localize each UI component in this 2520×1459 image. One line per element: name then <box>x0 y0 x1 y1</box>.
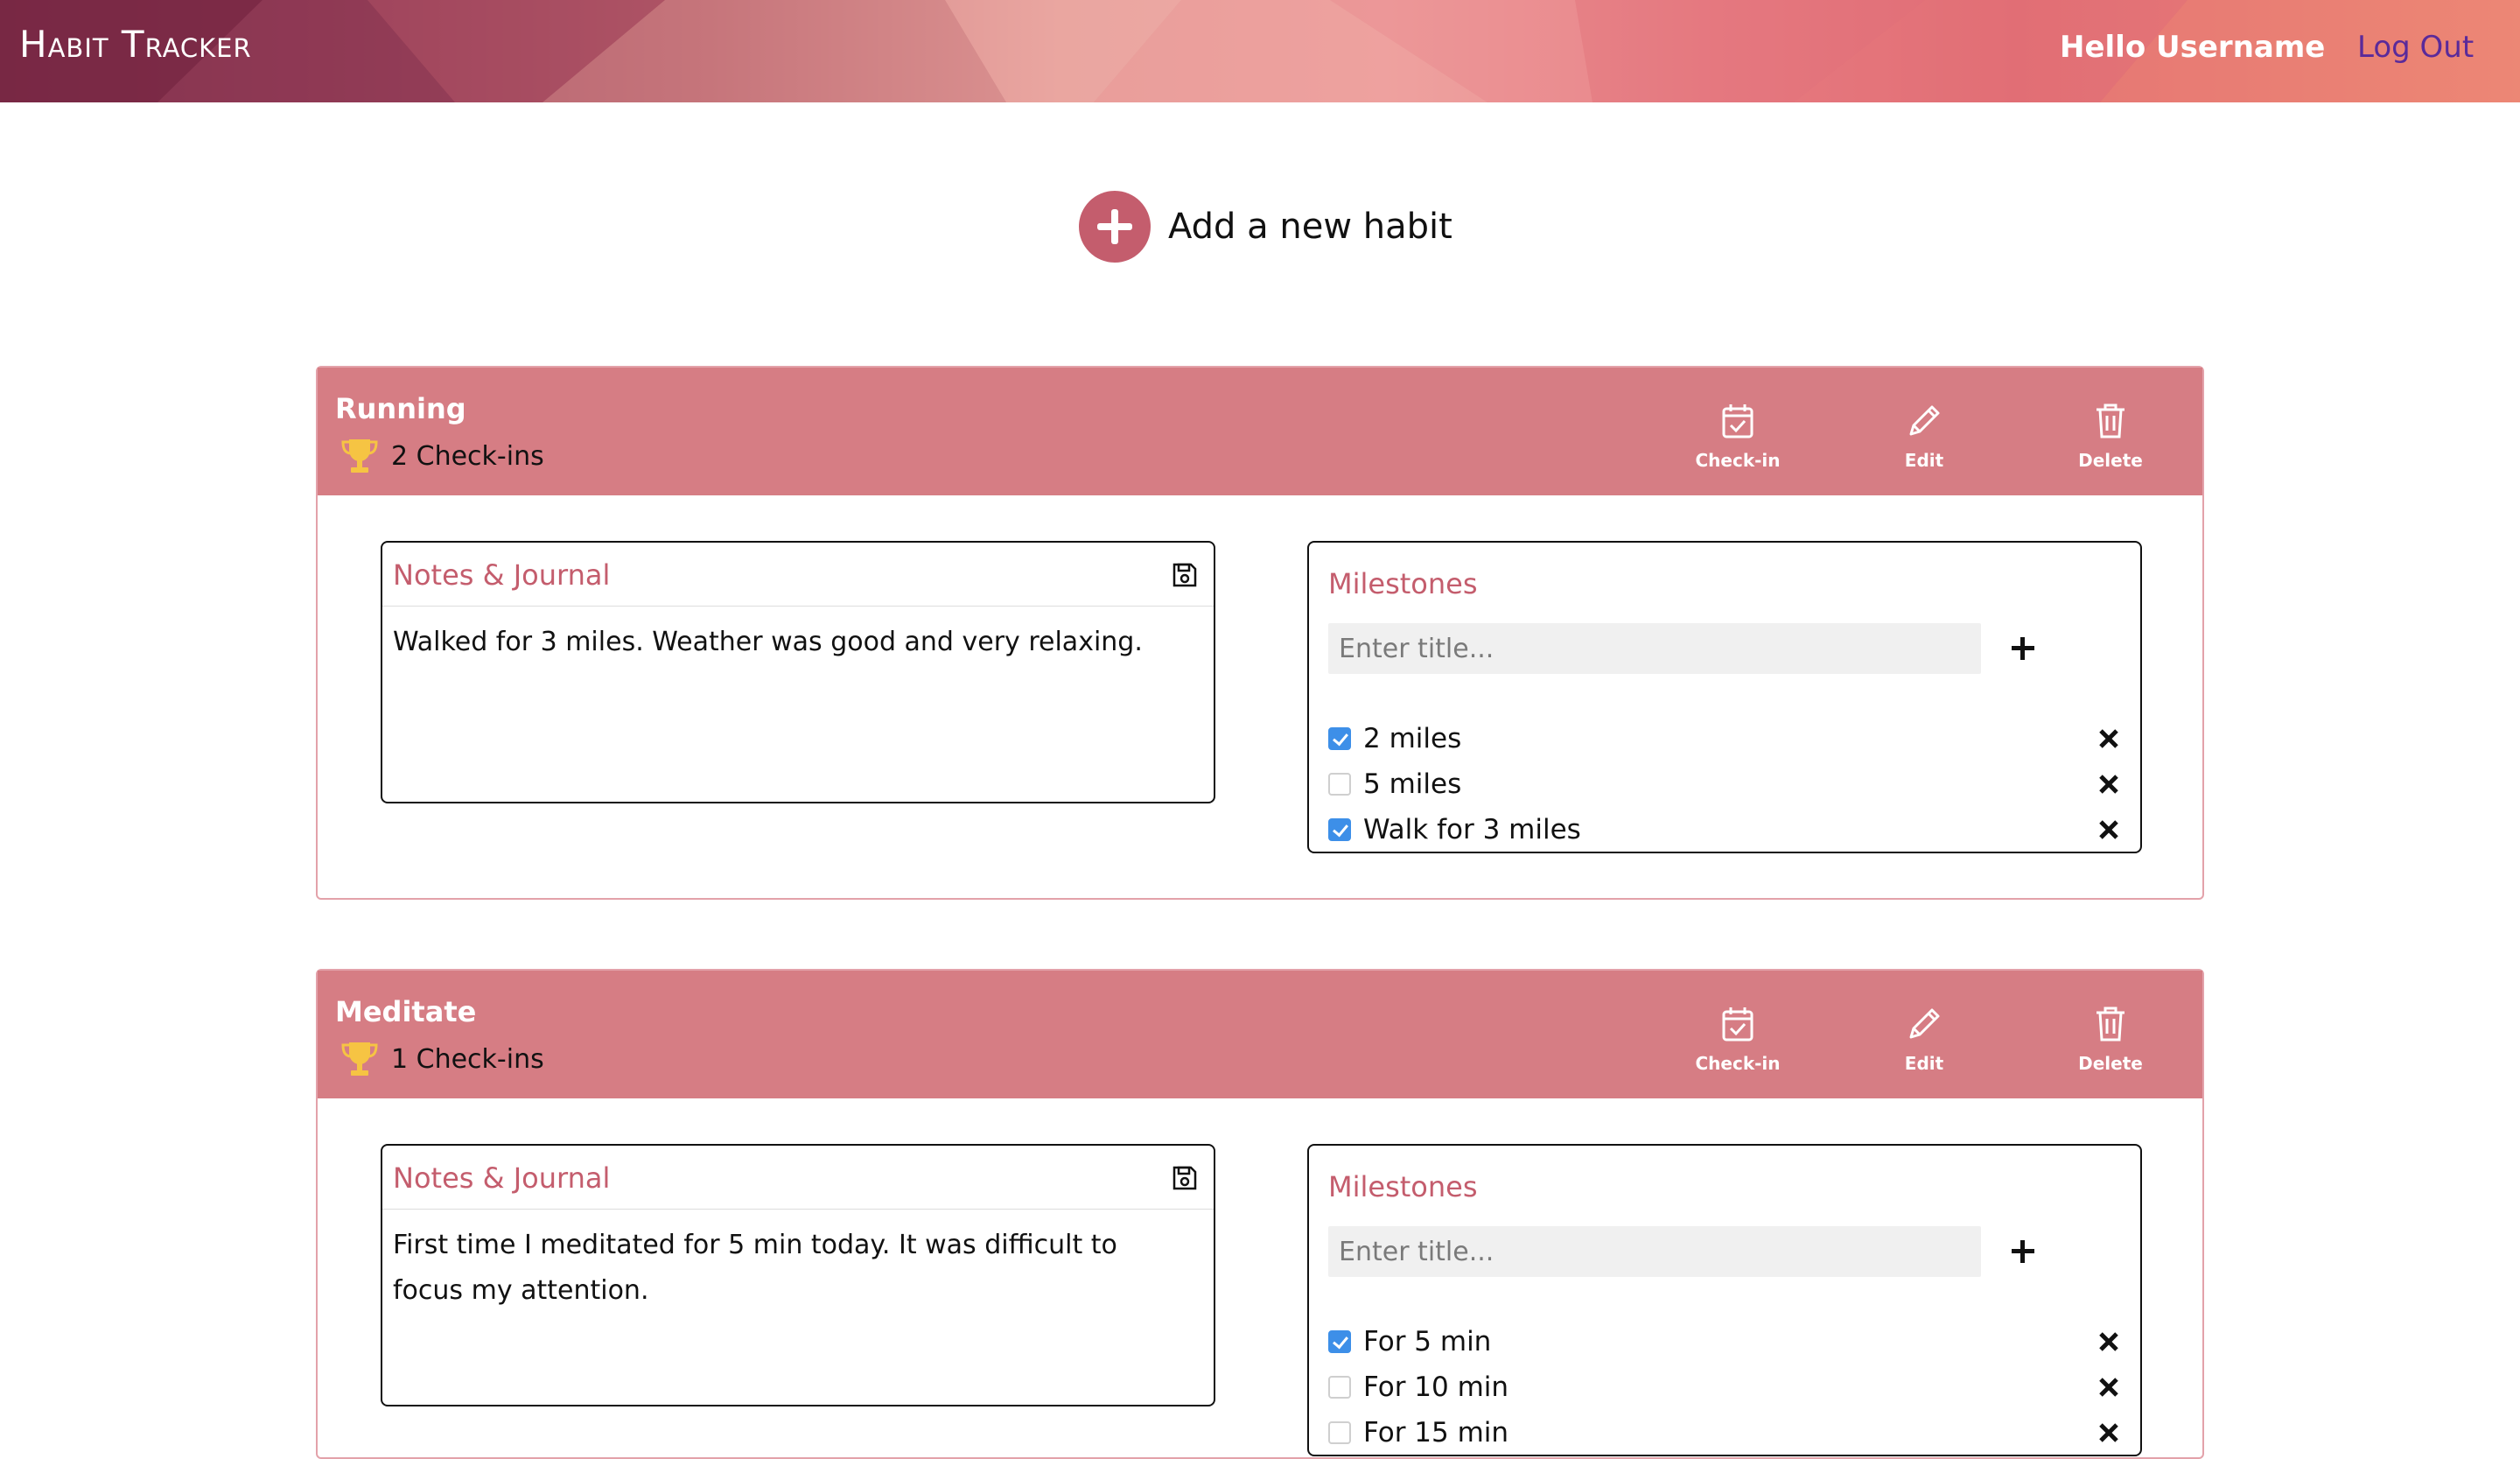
milestone-item: For 15 min <box>1328 1415 2118 1450</box>
save-icon[interactable] <box>1172 562 1198 588</box>
milestone-checkbox[interactable] <box>1328 1330 1351 1353</box>
milestone-title-input[interactable] <box>1328 1226 1981 1277</box>
milestone-label: Walk for 3 miles <box>1363 814 1581 845</box>
habit-title: Meditate <box>335 995 477 1028</box>
plus-circle-icon[interactable] <box>1079 191 1151 263</box>
pencil-icon <box>1909 405 1940 436</box>
notes-title: Notes & Journal <box>393 1161 611 1195</box>
trash-icon <box>2096 403 2124 438</box>
app-brand[interactable]: Habit Tracker <box>19 23 252 66</box>
delete-label[interactable]: Delete <box>2062 1053 2159 1074</box>
checkin-count: 1 Check-ins <box>340 1041 544 1077</box>
delete-label[interactable]: Delete <box>2062 450 2159 471</box>
edit-button[interactable]: Edit <box>1876 403 1972 471</box>
notes-header: Notes & Journal <box>382 1146 1214 1210</box>
habit-card-header: Meditate 1 Check-ins Check-in Edit Delet… <box>318 971 2202 1098</box>
edit-label[interactable]: Edit <box>1876 450 1972 471</box>
milestone-item: For 5 min <box>1328 1324 2118 1359</box>
milestones-title: Milestones <box>1328 1170 1478 1203</box>
edit-label[interactable]: Edit <box>1876 1053 1972 1074</box>
top-navbar: Habit Tracker Hello Username Log Out <box>0 0 2520 102</box>
save-icon[interactable] <box>1172 1165 1198 1191</box>
delete-button[interactable]: Delete <box>2062 403 2159 471</box>
close-icon[interactable] <box>2096 1420 2121 1445</box>
habit-card: Running 2 Check-ins Check-in Edit Delete… <box>316 366 2204 900</box>
habit-card: Meditate 1 Check-ins Check-in Edit Delet… <box>316 969 2204 1459</box>
notes-panel: Notes & Journal First time I meditated f… <box>381 1144 1215 1406</box>
notes-textarea[interactable]: Walked for 3 miles. Weather was good and… <box>393 620 1180 665</box>
add-habit-label[interactable]: Add a new habit <box>1168 207 1452 247</box>
checkin-count-label: 2 Check-ins <box>391 440 544 472</box>
milestone-title-input[interactable] <box>1328 623 1981 674</box>
delete-button[interactable]: Delete <box>2062 1006 2159 1074</box>
milestone-item: Walk for 3 miles <box>1328 812 2118 847</box>
close-icon[interactable] <box>2096 1329 2121 1354</box>
trophy-icon <box>341 439 378 473</box>
close-icon[interactable] <box>2096 1375 2121 1399</box>
milestone-label: 5 miles <box>1363 768 1462 800</box>
notes-panel: Notes & Journal Walked for 3 miles. Weat… <box>381 541 1215 803</box>
trash-icon <box>2096 1007 2124 1042</box>
checkin-count: 2 Check-ins <box>340 438 544 474</box>
milestone-item: 5 miles <box>1328 767 2118 802</box>
checkin-button[interactable]: Check-in <box>1690 1006 1786 1074</box>
milestone-checkbox[interactable] <box>1328 1376 1351 1399</box>
milestone-checkbox[interactable] <box>1328 1421 1351 1444</box>
checkin-count-label: 1 Check-ins <box>391 1043 544 1075</box>
add-milestone-button[interactable] <box>2000 1229 2044 1273</box>
habit-title: Running <box>335 392 466 425</box>
calendar-check-icon <box>1722 404 1754 438</box>
notes-header: Notes & Journal <box>382 543 1214 607</box>
notes-textarea[interactable]: First time I meditated for 5 min today. … <box>393 1223 1180 1314</box>
close-icon[interactable] <box>2096 817 2121 842</box>
milestones-panel: Milestones 2 miles 5 miles Walk for 3 mi… <box>1307 541 2142 853</box>
milestone-checkbox[interactable] <box>1328 773 1351 796</box>
user-greeting: Hello Username <box>2060 30 2326 65</box>
checkin-button[interactable]: Check-in <box>1690 403 1786 471</box>
logout-link[interactable]: Log Out <box>2357 30 2474 65</box>
habit-card-header: Running 2 Check-ins Check-in Edit Delete <box>318 368 2202 495</box>
milestone-checkbox[interactable] <box>1328 727 1351 750</box>
add-milestone-button[interactable] <box>2000 626 2044 670</box>
close-icon[interactable] <box>2096 726 2121 751</box>
milestone-label: For 5 min <box>1363 1326 1492 1357</box>
milestones-title: Milestones <box>1328 567 1478 600</box>
notes-title: Notes & Journal <box>393 558 611 592</box>
milestone-label: For 10 min <box>1363 1371 1509 1403</box>
edit-button[interactable]: Edit <box>1876 1006 1972 1074</box>
milestone-label: 2 miles <box>1363 723 1462 754</box>
checkin-label[interactable]: Check-in <box>1690 1053 1786 1074</box>
milestone-item: For 10 min <box>1328 1370 2118 1405</box>
milestone-item: 2 miles <box>1328 721 2118 756</box>
calendar-check-icon <box>1722 1007 1754 1042</box>
trophy-icon <box>341 1042 378 1076</box>
checkin-label[interactable]: Check-in <box>1690 450 1786 471</box>
milestone-checkbox[interactable] <box>1328 818 1351 841</box>
pencil-icon <box>1909 1008 1940 1039</box>
close-icon[interactable] <box>2096 772 2121 796</box>
milestones-panel: Milestones For 5 min For 10 min For 15 m… <box>1307 1144 2142 1456</box>
add-habit-button[interactable]: Add a new habit <box>1079 191 1452 263</box>
